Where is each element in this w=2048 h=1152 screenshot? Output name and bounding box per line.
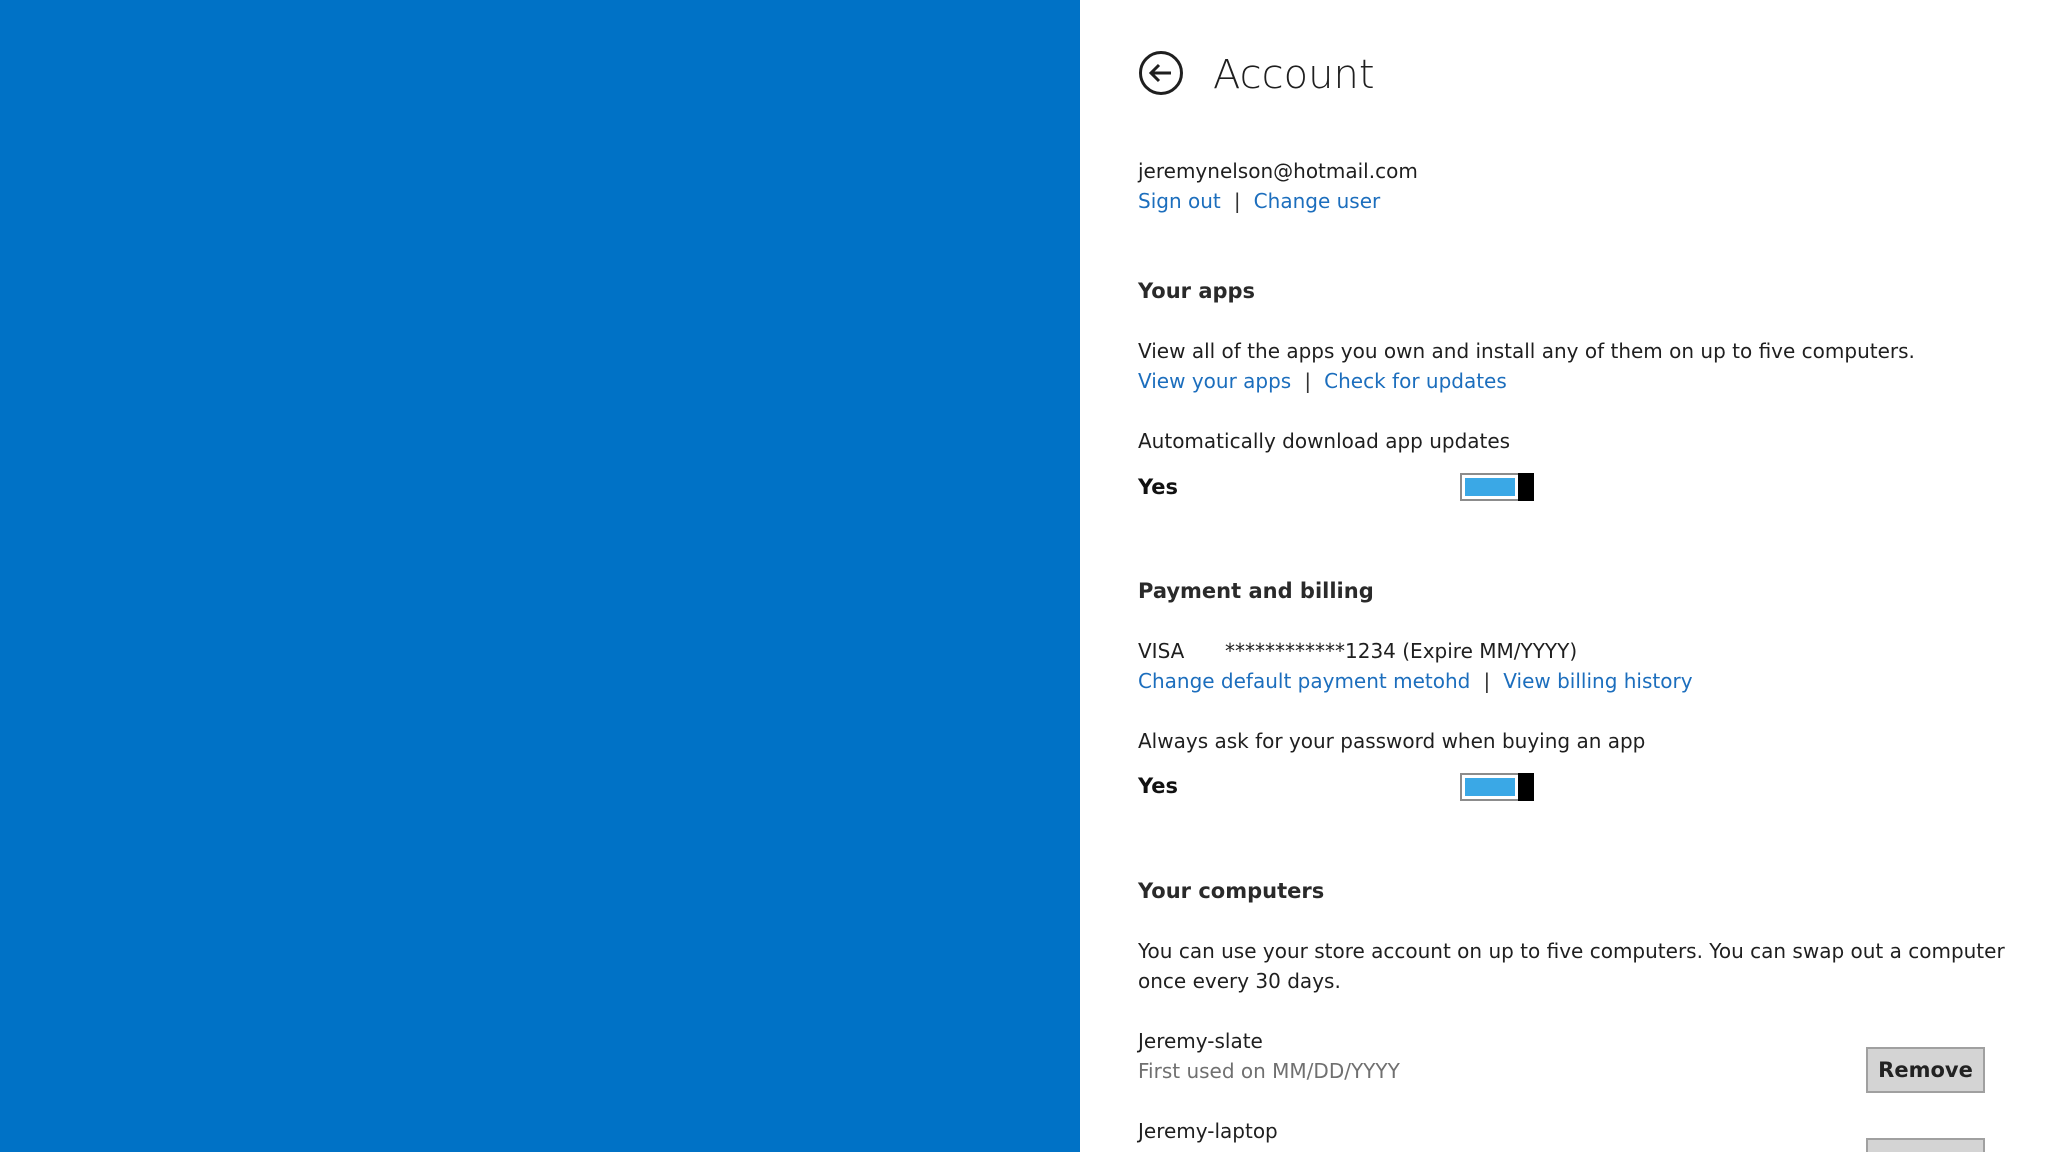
toggle-track-fill (1465, 478, 1515, 496)
computer-first-used: First used on MM/DD/YYYY (1138, 1059, 1400, 1083)
change-payment-method-link[interactable]: Change default payment metohd (1138, 669, 1470, 693)
account-email: jeremynelson@hotmail.com (1138, 159, 1418, 183)
password-prompt-label: Always ask for your password when buying… (1138, 729, 1646, 753)
view-billing-history-link[interactable]: View billing history (1503, 669, 1692, 693)
remove-computer-button[interactable]: Remove (1866, 1047, 1985, 1093)
billing-links: Change default payment metohd | View bil… (1138, 666, 1693, 696)
toggle-thumb[interactable] (1518, 473, 1534, 501)
app-window: Account jeremynelson@hotmail.com Sign ou… (0, 0, 2048, 1152)
link-separator: | (1304, 369, 1312, 393)
computer-name: Jeremy-slate (1138, 1029, 1263, 1053)
view-your-apps-link[interactable]: View your apps (1138, 369, 1291, 393)
toggle-thumb[interactable] (1518, 773, 1534, 801)
check-for-updates-link[interactable]: Check for updates (1324, 369, 1507, 393)
back-button[interactable] (1138, 50, 1184, 96)
account-links: Sign out | Change user (1138, 186, 1380, 216)
password-prompt-value: Yes (1138, 774, 1179, 798)
computers-description-line2: once every 30 days. (1138, 969, 1341, 993)
card-number: ************1234 (Expire MM/YYYY) (1225, 639, 1578, 663)
card-type: VISA (1138, 639, 1185, 663)
your-apps-heading: Your apps (1138, 279, 1256, 303)
auto-update-value: Yes (1138, 475, 1179, 499)
your-apps-description: View all of the apps you own and install… (1138, 339, 1915, 363)
page-title: Account (1213, 52, 1375, 98)
auto-update-toggle[interactable] (1460, 473, 1534, 501)
link-separator: | (1233, 189, 1241, 213)
password-prompt-toggle[interactable] (1460, 773, 1534, 801)
account-settings-pane: Account jeremynelson@hotmail.com Sign ou… (1080, 0, 2048, 1152)
computer-name: Jeremy-laptop (1138, 1119, 1278, 1143)
your-computers-heading: Your computers (1138, 879, 1325, 903)
change-user-link[interactable]: Change user (1254, 189, 1381, 213)
background-panel (0, 0, 1080, 1152)
apps-links: View your apps | Check for updates (1138, 366, 1507, 396)
link-separator: | (1483, 669, 1491, 693)
payment-billing-heading: Payment and billing (1138, 579, 1374, 603)
auto-update-label: Automatically download app updates (1138, 429, 1511, 453)
toggle-track-fill (1465, 778, 1515, 796)
sign-out-link[interactable]: Sign out (1138, 189, 1221, 213)
back-arrow-circle-icon (1139, 51, 1183, 95)
computers-description-line1: You can use your store account on up to … (1138, 939, 2005, 963)
remove-computer-button[interactable] (1866, 1138, 1985, 1152)
